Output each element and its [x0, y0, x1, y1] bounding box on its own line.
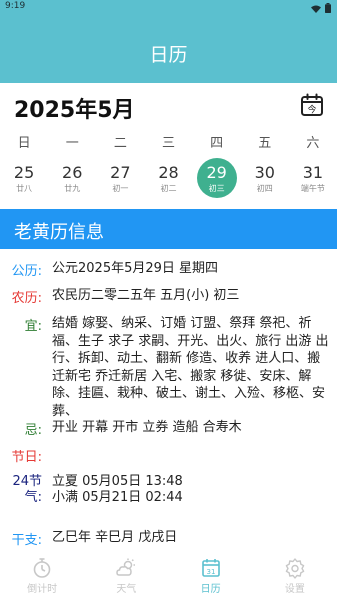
date-number: 30 — [254, 163, 275, 182]
jieqi-label-line1: 24节 — [12, 474, 42, 489]
date-cell[interactable]: 30 初四 — [241, 157, 289, 201]
ji-value: 开业 开幕 开市 立券 造船 合寿木 — [52, 420, 242, 435]
lunar-date: 廿八 — [16, 184, 33, 193]
nongli-value: 农民历二零二五年 五月(小) 初三 — [52, 288, 240, 303]
weather-icon — [116, 558, 136, 576]
weekday-label: 日 — [17, 136, 31, 151]
nav-label: 日历 — [200, 584, 221, 595]
lunar-date: 初一 — [112, 184, 129, 193]
month-row: 2025年5月 今 — [0, 83, 337, 127]
status-bar: 9:19 — [0, 0, 337, 14]
month-title[interactable]: 2025年5月 — [14, 92, 135, 124]
yi-value: 结婚 嫁娶、纳采、订婚 订盟、祭拜 祭祀、祈福、生子 求子 求嗣、开光、出火、旅… — [52, 316, 329, 419]
date-number: 25 — [13, 163, 35, 182]
status-icons — [311, 2, 331, 13]
date-cell-selected[interactable]: 29 初三 — [193, 157, 241, 201]
bottom-nav: 倒计时 天气 31 日历 设置 — [0, 552, 337, 600]
calendar-today-icon: 今 — [301, 93, 323, 116]
nongli-label: 农历: — [11, 291, 42, 306]
date-number: 31 — [302, 163, 324, 182]
date-number: 27 — [110, 163, 131, 182]
nav-countdown[interactable]: 倒计时 — [0, 552, 84, 600]
lunar-date: 初四 — [256, 184, 273, 193]
date-number: 26 — [62, 163, 83, 182]
jieqi-line1: 立夏 05月05日 13:48 — [52, 474, 183, 489]
date-cell[interactable]: 31 端午节 — [289, 157, 337, 201]
svg-text:31: 31 — [206, 568, 215, 576]
yi-label: 宜: — [24, 319, 42, 334]
jieri-label: 节日: — [11, 450, 42, 465]
date-cell[interactable]: 26 廿九 — [48, 157, 96, 201]
jieqi-line2: 小满 05月21日 02:44 — [52, 490, 183, 505]
lunar-date: 廿九 — [64, 184, 81, 193]
weekday-label: 一 — [65, 136, 79, 151]
calendar-icon: 31 — [201, 559, 220, 577]
ganzhi-value: 乙巳年 辛巳月 戊戌日 — [52, 530, 178, 545]
today-glyph: 今 — [307, 104, 316, 116]
lunar-date: 初二 — [160, 184, 177, 193]
weekday-label: 六 — [306, 136, 320, 151]
nav-label: 倒计时 — [27, 584, 58, 595]
weekday-label: 四 — [210, 136, 224, 151]
ji-label: 忌: — [24, 423, 42, 438]
weekday-label: 三 — [161, 136, 175, 151]
status-time: 9:19 — [5, 1, 26, 11]
almanac-section-header: 老黄历信息 — [0, 209, 337, 249]
gongli-label: 公历: — [11, 264, 42, 279]
date-cell[interactable]: 28 初二 — [144, 157, 192, 201]
lunar-date: 端午节 — [300, 184, 325, 193]
nav-settings[interactable]: 设置 — [253, 552, 337, 600]
weekday-label: 二 — [113, 136, 127, 151]
nav-label: 设置 — [284, 584, 305, 595]
date-number: 29 — [206, 163, 227, 182]
today-button[interactable]: 今 — [300, 93, 324, 117]
settings-icon — [285, 558, 305, 579]
gongli-value: 公元2025年5月29日 星期四 — [52, 261, 219, 276]
page-title: 日历 — [149, 44, 188, 66]
section-title: 老黄历信息 — [14, 222, 104, 243]
nav-calendar[interactable]: 31 日历 — [169, 552, 253, 600]
app-header: 日历 — [0, 14, 337, 83]
jieqi-label-line2: 气: — [24, 490, 42, 505]
date-number: 28 — [158, 163, 179, 182]
weekday-header: 日 一 二 三 四 五 六 — [0, 132, 337, 152]
weekday-label: 五 — [258, 136, 272, 151]
ganzhi-label: 干支: — [11, 533, 42, 548]
date-cell[interactable]: 25 廿八 — [0, 157, 48, 201]
week-date-strip: 25 廿八 26 廿九 27 初一 28 初二 29 初三 30 初四 31 端… — [0, 157, 337, 201]
nav-label: 天气 — [116, 584, 137, 595]
jieqi-label: 24节 气: — [8, 474, 42, 506]
lunar-date: 初三 — [208, 184, 225, 193]
date-cell[interactable]: 27 初一 — [96, 157, 144, 201]
stopwatch-icon — [33, 558, 51, 578]
nav-weather[interactable]: 天气 — [84, 552, 168, 600]
